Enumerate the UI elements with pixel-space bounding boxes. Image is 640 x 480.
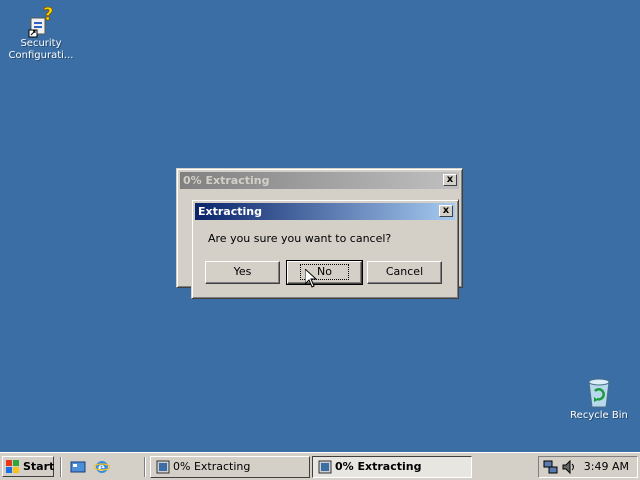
dialog-title: Extracting bbox=[198, 205, 262, 218]
extracting-confirm-dialog[interactable]: Extracting x Are you sure you want to ca… bbox=[191, 199, 459, 299]
desktop-icon-label: Security Configurati... bbox=[8, 38, 74, 61]
show-desktop-icon[interactable] bbox=[70, 459, 86, 475]
taskbar-separator bbox=[60, 457, 62, 477]
cancel-button-label: Cancel bbox=[385, 265, 424, 278]
yes-button-label: Yes bbox=[233, 265, 252, 278]
taskbar-button-extracting[interactable]: 0% Extracting bbox=[150, 456, 310, 478]
dialog-titlebar[interactable]: Extracting x bbox=[195, 203, 455, 220]
close-icon: x bbox=[446, 174, 454, 185]
task-label: 0% Extracting bbox=[335, 460, 422, 473]
taskbar-button-extracting-active[interactable]: 0% Extracting bbox=[312, 456, 472, 478]
desktop-icon-recycle-bin[interactable]: Recycle Bin bbox=[558, 376, 640, 422]
desktop-icon-label: Recycle Bin bbox=[570, 410, 628, 421]
progress-window-titlebar[interactable]: 0% Extracting x bbox=[180, 172, 459, 189]
task-label: 0% Extracting bbox=[173, 460, 251, 473]
taskbar: Start e 0% Extracting 0% Extracting 3:49… bbox=[0, 452, 640, 480]
progress-window-close-button[interactable]: x bbox=[443, 174, 457, 186]
dialog-message: Are you sure you want to cancel? bbox=[208, 232, 392, 245]
desktop-icon-security-configuration[interactable]: ? Security Configurati... bbox=[0, 4, 82, 62]
yes-button[interactable]: Yes bbox=[205, 261, 280, 284]
taskbar-separator bbox=[144, 457, 146, 477]
svg-text:e: e bbox=[98, 461, 105, 474]
dialog-close-button[interactable]: x bbox=[439, 205, 453, 217]
extract-app-icon bbox=[318, 460, 332, 474]
progress-window-title: 0% Extracting bbox=[183, 174, 270, 187]
start-label: Start bbox=[23, 460, 55, 473]
security-config-icon: ? bbox=[28, 4, 54, 38]
windows-logo-icon bbox=[6, 460, 19, 473]
recycle-bin-icon bbox=[588, 378, 610, 408]
volume-icon[interactable] bbox=[561, 459, 577, 475]
network-icon[interactable] bbox=[543, 459, 559, 475]
no-button[interactable]: No bbox=[286, 260, 363, 285]
start-button[interactable]: Start bbox=[2, 456, 54, 477]
svg-text:?: ? bbox=[43, 4, 53, 25]
mouse-cursor-icon bbox=[305, 269, 317, 288]
cancel-button[interactable]: Cancel bbox=[367, 261, 442, 284]
close-icon: x bbox=[442, 205, 450, 216]
system-tray: 3:49 AM bbox=[538, 456, 638, 478]
internet-explorer-icon[interactable]: e bbox=[94, 459, 110, 475]
clock[interactable]: 3:49 AM bbox=[584, 457, 629, 477]
extract-app-icon bbox=[156, 460, 170, 474]
